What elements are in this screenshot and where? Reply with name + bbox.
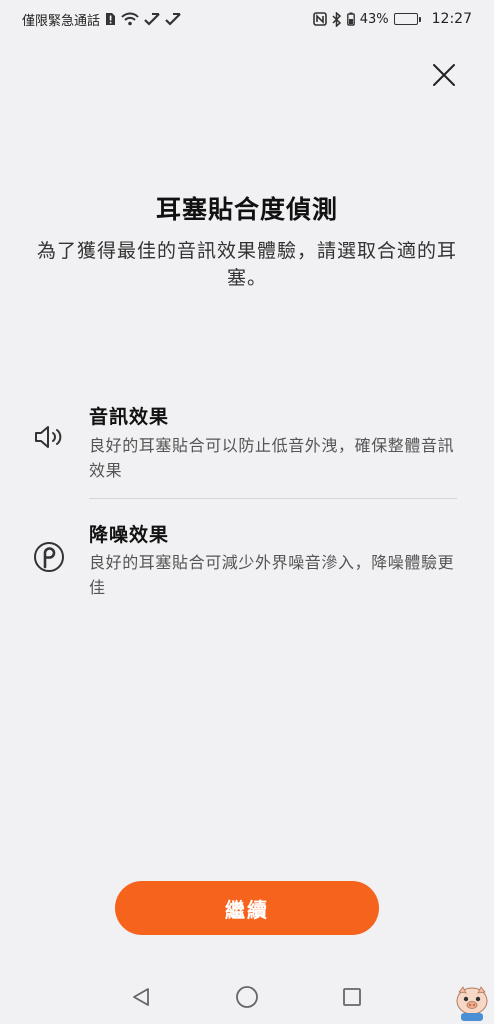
feature-title: 音訊效果 — [89, 406, 170, 428]
status-right: 43% 12:27 — [312, 11, 472, 27]
recents-icon — [343, 988, 361, 1006]
battery-icon — [393, 13, 421, 25]
status-bar: 僅限緊急通話 43% 12:27 — [0, 0, 494, 38]
status-left: 僅限緊急通話 — [22, 10, 181, 29]
speaker-icon — [30, 418, 68, 456]
wifi-icon — [121, 12, 139, 26]
feature-description: 良好的耳塞貼合可以防止低音外洩，確保整體音訊效果 — [89, 436, 455, 480]
bluetooth-icon — [332, 11, 342, 27]
feature-description: 良好的耳塞貼合可減少外界噪音滲入，降噪體驗更佳 — [89, 553, 455, 597]
back-icon — [133, 988, 149, 1006]
close-button[interactable] — [427, 58, 461, 92]
nfc-icon — [312, 12, 327, 26]
close-icon — [433, 64, 455, 86]
sim-alert-icon — [105, 12, 116, 26]
noise-cancel-icon — [30, 538, 68, 576]
divider — [89, 498, 457, 499]
back-button[interactable] — [128, 984, 154, 1010]
home-button[interactable] — [234, 984, 260, 1010]
status-time: 12:27 — [431, 11, 472, 27]
signal-icon-2 — [165, 12, 181, 26]
home-icon — [236, 986, 258, 1008]
page-title: 耳塞貼合度偵測 — [155, 195, 338, 224]
signal-icon-1 — [144, 12, 160, 26]
battery-percent: 43% — [359, 11, 389, 27]
feature-title: 降噪效果 — [89, 524, 170, 546]
carrier-text: 僅限緊急通話 — [22, 13, 101, 29]
battery-saver-icon — [346, 12, 355, 26]
continue-button[interactable]: 繼續 — [115, 881, 379, 935]
page-subtitle: 為了獲得最佳的音訊效果體驗，請選取合適的耳塞。 — [36, 240, 457, 289]
watermark-logo — [452, 984, 492, 1022]
navigation-bar — [0, 970, 494, 1024]
recents-button[interactable] — [339, 984, 365, 1010]
